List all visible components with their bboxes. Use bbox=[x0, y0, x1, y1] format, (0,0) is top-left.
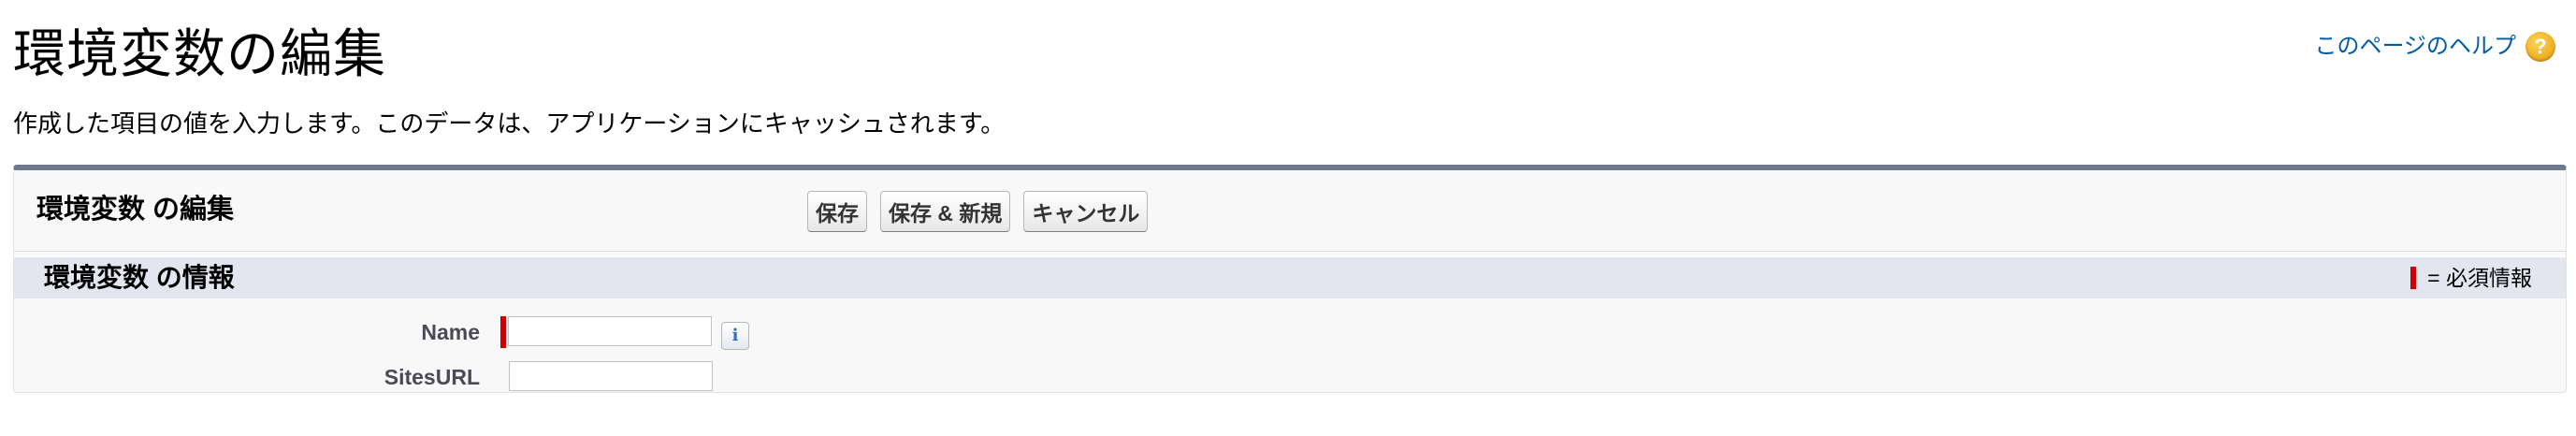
save-and-new-button[interactable]: 保存 & 新規 bbox=[880, 191, 1011, 232]
save-button[interactable]: 保存 bbox=[807, 191, 867, 232]
help-link[interactable]: このページのヘルプ ? bbox=[2314, 28, 2555, 65]
section-title: 環境変数 の情報 bbox=[44, 263, 235, 292]
section-header: 環境変数 の情報 = 必須情報 bbox=[14, 256, 2566, 298]
required-marker bbox=[500, 316, 506, 348]
required-legend: = 必須情報 bbox=[2410, 263, 2532, 293]
required-indicator bbox=[2410, 267, 2417, 289]
info-button[interactable]: i bbox=[721, 322, 749, 350]
page-description: 作成した項目の値を入力します。このデータは、アプリケーションにキャッシュされます… bbox=[13, 109, 1006, 138]
info-icon: i bbox=[731, 326, 739, 345]
page-title: 環境変数の編集 bbox=[13, 24, 386, 83]
sitesurl-input[interactable] bbox=[509, 361, 713, 391]
help-link-label: このページのヘルプ bbox=[2314, 34, 2516, 59]
required-legend-label: = 必須情報 bbox=[2427, 266, 2532, 290]
name-input[interactable] bbox=[508, 316, 712, 346]
help-icon: ? bbox=[2525, 32, 2555, 62]
button-row: 保存 保存 & 新規 キャンセル bbox=[807, 191, 1149, 232]
sitesurl-label: SitesURL bbox=[384, 365, 480, 389]
name-label: Name bbox=[421, 320, 480, 344]
cancel-button[interactable]: キャンセル bbox=[1023, 191, 1149, 232]
field-row-sitesurl: SitesURL bbox=[14, 359, 2566, 397]
field-row-name: Name i bbox=[14, 314, 2566, 352]
edit-panel: 環境変数 の編集 保存 保存 & 新規 キャンセル 環境変数 の情報 = 必須情… bbox=[13, 165, 2567, 393]
panel-header: 環境変数 の編集 保存 保存 & 新規 キャンセル bbox=[14, 170, 2566, 252]
panel-title: 環境変数 の編集 bbox=[36, 195, 235, 225]
